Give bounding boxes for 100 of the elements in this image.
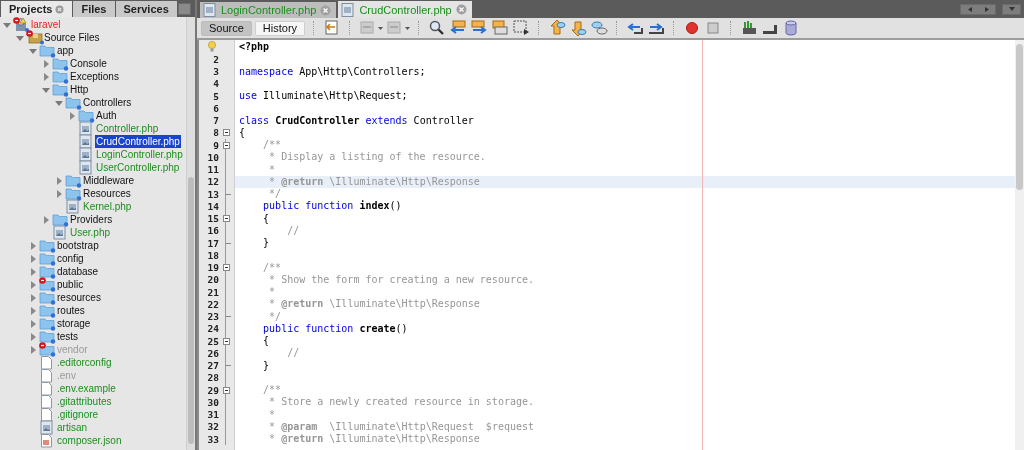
line-number: 19 — [206, 262, 219, 274]
collapse-icon[interactable] — [222, 215, 230, 223]
tree-item[interactable]: .gitignore — [56, 408, 100, 421]
line-number: 27 — [206, 360, 219, 372]
tree-item[interactable]: Resources — [82, 187, 132, 200]
file-icon — [341, 2, 356, 17]
collapsed-arrow-icon[interactable] — [41, 214, 51, 225]
folder-icon — [39, 264, 57, 279]
tree-item[interactable]: .gitattributes — [56, 395, 113, 408]
close-icon[interactable] — [455, 4, 467, 15]
left-arrow-icon[interactable] — [449, 19, 468, 37]
collapsed-arrow-icon[interactable] — [54, 188, 64, 199]
line-number: 6 — [212, 102, 219, 114]
right-arrow-icon[interactable] — [470, 19, 489, 37]
down-arrow-icon[interactable] — [569, 19, 588, 37]
caret-icon[interactable] — [405, 26, 411, 30]
collapsed-arrow-icon[interactable] — [28, 292, 38, 303]
code-line: * Display a listing of the resource. — [268, 151, 486, 163]
dotted-square-icon[interactable] — [512, 19, 531, 37]
code-line: * Show the form for creating a new resource. — [268, 273, 534, 285]
collapse-icon[interactable] — [222, 129, 230, 137]
tree-item[interactable]: UserController.php — [95, 161, 181, 174]
collapsed-arrow-icon[interactable] — [28, 253, 38, 264]
bubbles-icon[interactable] — [590, 19, 609, 37]
collapsed-arrow-icon[interactable] — [28, 266, 38, 277]
collapse-icon[interactable] — [222, 264, 230, 272]
tree-item[interactable]: bootstrap — [56, 239, 100, 252]
tree-item[interactable]: Source Files — [43, 31, 101, 44]
tree-item[interactable]: config — [56, 252, 85, 265]
caret-icon[interactable] — [378, 26, 384, 30]
tree-item[interactable]: app — [56, 44, 75, 57]
tree-item[interactable]: Controllers — [82, 96, 133, 109]
code-line: public function create() — [262, 322, 408, 334]
code-line: /** — [262, 139, 282, 150]
tree-item[interactable]: User.php — [69, 226, 112, 239]
code-line: // — [286, 224, 300, 236]
tree-item[interactable]: laravel — [30, 18, 62, 31]
code-line: * — [268, 286, 276, 297]
panel-tab[interactable]: Projects — [1, 1, 73, 17]
folder-icon — [52, 212, 70, 227]
code-line: class CrudController extends Controller — [239, 114, 474, 126]
code-line: */ — [268, 310, 282, 322]
line-number: 7 — [212, 115, 219, 127]
tree-item[interactable]: database — [56, 265, 100, 278]
collapsed-arrow-icon[interactable] — [41, 71, 51, 82]
close-icon[interactable] — [320, 4, 332, 16]
collapsed-arrow-icon[interactable] — [67, 110, 77, 121]
code-line: { — [239, 126, 246, 138]
panel-tab[interactable]: Services — [115, 1, 177, 17]
line-number: 29 — [206, 384, 219, 396]
collapsed-arrow-icon[interactable] — [28, 331, 38, 342]
collapsed-arrow-icon[interactable] — [28, 318, 38, 329]
tree-item[interactable]: LoginController.php — [95, 148, 184, 161]
tree-item[interactable]: composer.json — [56, 434, 123, 447]
line-number: 3 — [212, 66, 219, 78]
close-icon[interactable] — [55, 4, 65, 14]
folder-icon — [52, 69, 70, 84]
tree-item[interactable]: .env.example — [56, 382, 117, 395]
tree-item[interactable]: .editorconfig — [56, 356, 113, 369]
tree-item[interactable]: Kernel.php — [82, 200, 133, 213]
tree-item[interactable]: storage — [56, 317, 92, 330]
tree-item[interactable]: Providers — [69, 213, 114, 226]
folder-icon — [52, 82, 70, 97]
folder-icon — [39, 316, 57, 331]
tree-item[interactable]: Console — [69, 57, 108, 70]
view-button[interactable]: Source — [201, 20, 252, 36]
collapsed-arrow-icon[interactable] — [41, 58, 51, 69]
tree-item[interactable]: tests — [56, 330, 80, 343]
line-number: 18 — [206, 249, 219, 261]
tree-item[interactable]: Controller.php — [95, 122, 160, 135]
bars-icon[interactable] — [740, 19, 759, 37]
tree-item[interactable]: Http — [69, 83, 90, 96]
collapsed-arrow-icon[interactable] — [28, 240, 38, 251]
tree-item[interactable]: Auth — [95, 109, 118, 122]
tree-item[interactable]: routes — [56, 304, 86, 317]
view-button[interactable]: History — [254, 20, 306, 36]
collapsed-arrow-icon[interactable] — [54, 175, 64, 186]
tree-item[interactable]: CrudController.php — [95, 135, 181, 148]
collapsed-arrow-icon[interactable] — [28, 279, 38, 290]
tree-item[interactable]: public — [56, 278, 85, 291]
tree-item[interactable]: artisan — [56, 421, 88, 434]
folder-icon — [65, 186, 83, 201]
tree-item[interactable]: resources — [56, 291, 102, 304]
collapse-icon[interactable] — [222, 141, 230, 149]
collapse-icon[interactable] — [222, 386, 230, 394]
code-line: * — [268, 408, 276, 420]
code-line: * @param \Illuminate\Http\Request $request — [268, 420, 535, 432]
scrollbar[interactable] — [186, 17, 195, 450]
scrollbar[interactable] — [1015, 40, 1024, 450]
collapsed-arrow-icon[interactable] — [28, 305, 38, 316]
collapsed-arrow-icon[interactable] — [28, 344, 38, 355]
code-line: { — [262, 335, 270, 346]
code-line: * — [268, 163, 276, 175]
minimize-button[interactable] — [177, 3, 191, 15]
up-arrow-icon[interactable] — [548, 19, 567, 37]
line-number: 4 — [212, 78, 219, 90]
panel-tab[interactable]: Files — [73, 1, 115, 17]
tree-item[interactable]: Exceptions — [69, 70, 120, 83]
collapse-icon[interactable] — [222, 337, 230, 345]
tree-item[interactable]: Middleware — [82, 174, 136, 187]
